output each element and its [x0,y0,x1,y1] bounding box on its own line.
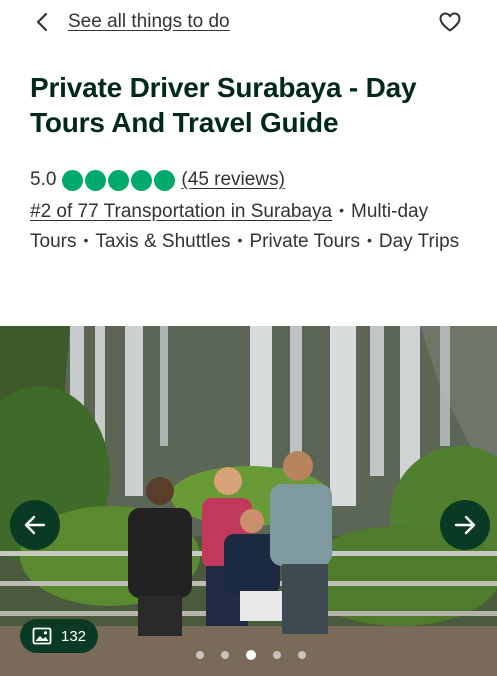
carousel-dot[interactable] [273,651,281,659]
category-taxis-shuttles: Taxis & Shuttles [95,231,231,252]
arrow-left-icon [24,515,46,535]
rating-bubble [85,169,107,191]
carousel-dot[interactable] [246,650,256,660]
photo-count-value: 132 [61,627,87,645]
rating-value: 5.0 [30,169,57,190]
top-bar: See all things to do [0,0,497,44]
back-to-things-to-do-link[interactable]: See all things to do [34,8,230,36]
rating-bubble [154,169,176,191]
chevron-left-icon [36,12,48,32]
separator-dot: • [83,232,89,248]
category-day-trips: Day Trips [378,231,460,252]
carousel-dot[interactable] [298,651,306,659]
category-private-tours: Private Tours [249,231,360,252]
next-photo-button[interactable] [440,500,490,550]
category-list: #2 of 77 Transportation in Surabaya • Mult… [30,197,480,257]
photo-count-button[interactable]: 132 [20,619,99,653]
previous-photo-button[interactable] [10,500,60,550]
rating-bubbles [62,169,176,191]
carousel-dots [196,650,306,660]
ranking-link[interactable]: #2 of 77 Transportation in Surabaya [30,201,332,222]
rating-bubble [131,169,153,191]
rating-row: 5.0 (45 reviews) [30,167,285,193]
rating-bubble [62,169,84,191]
separator-dot: • [339,202,344,218]
carousel-dot[interactable] [221,651,229,659]
listing-title: Private Driver Surabaya - Day Tours And … [30,72,417,138]
image-icon [32,627,52,645]
back-link-label: See all things to do [68,11,230,32]
rating-bubble [108,169,130,191]
photo-gallery[interactable]: 132 [0,326,497,676]
carousel-dot[interactable] [196,651,204,659]
heart-icon[interactable] [438,10,462,34]
reviews-link[interactable]: (45 reviews) [181,169,284,191]
separator-dot: • [366,232,372,248]
arrow-right-icon [454,515,476,535]
separator-dot: • [237,232,243,248]
